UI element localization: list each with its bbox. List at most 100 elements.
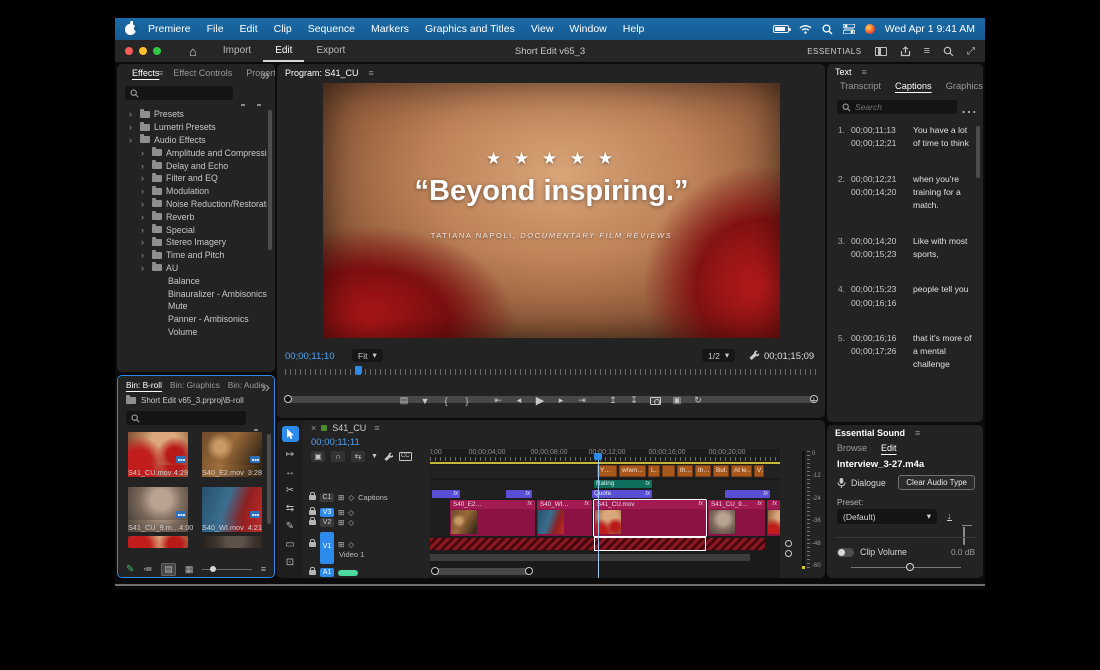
tree-caret-icon[interactable]: › (141, 263, 148, 273)
zoom-level-dropdown[interactable]: Fit▾ (352, 349, 383, 362)
program-settings-wrench-icon[interactable] (749, 350, 759, 360)
panel-menu-icon[interactable]: ≡ (862, 67, 867, 77)
panel-menu-icon[interactable]: ≡ (915, 428, 920, 438)
fullscreen-icon[interactable]: ⤢ (967, 46, 975, 57)
a1-track-badge[interactable]: A1 (320, 568, 334, 577)
es-subtab[interactable]: Browse (837, 443, 867, 455)
step-back-icon[interactable]: ◂ (514, 395, 524, 406)
track-grid-icon[interactable]: ⊞ (338, 508, 344, 517)
graphic-clip[interactable]: Quotefx (592, 490, 652, 498)
button-editor-plus-icon[interactable]: + (811, 395, 817, 407)
step-forward-icon[interactable]: ▸ (556, 395, 566, 406)
essential-sound-title[interactable]: Essential Sound (835, 428, 912, 438)
mark-in-icon[interactable]: { (441, 396, 451, 406)
panel-menu-icon[interactable]: ≡ (374, 423, 379, 433)
effects-tree-item[interactable]: › Filter and EQ (121, 172, 267, 185)
timeline-lanes[interactable]: ;00;0000;00;04;0000;00;08;0000;00;12;000… (430, 449, 780, 578)
close-window-button[interactable] (125, 47, 133, 55)
ripple-edit-tool[interactable]: ↔ (285, 467, 295, 478)
pen-project-writable-icon[interactable]: ✎ (126, 564, 134, 575)
text-subtab[interactable]: Transcript (835, 81, 886, 94)
quick-export-icon[interactable] (900, 46, 911, 57)
zoom-slider[interactable] (202, 569, 251, 570)
v1-track-lane[interactable]: S40_E2…fx S40_WI…fx S41_CU.movfx (430, 500, 780, 536)
graphic-clip[interactable]: fx (725, 490, 770, 498)
v3-track-header[interactable]: V3 ⊞ ◇ (309, 508, 429, 517)
effects-tree-item[interactable]: › AU (121, 262, 267, 275)
bin-search-field[interactable] (126, 411, 246, 425)
effects-tree-item[interactable]: Binauralizer - Ambisonics (121, 287, 267, 300)
tree-caret-icon[interactable]: › (141, 250, 148, 260)
menu-item[interactable]: Sequence (300, 23, 363, 35)
sequence-tab-label[interactable]: S41_CU (332, 423, 366, 433)
menu-clock[interactable]: Wed Apr 1 9:41 AM (885, 23, 975, 35)
sequence-tab[interactable]: × S41_CU ≡ (311, 423, 380, 433)
track-keyframe-icon[interactable]: ◇ (348, 508, 354, 517)
a2-audio-clip[interactable] (430, 554, 750, 561)
caption-text[interactable]: people tell you (913, 283, 975, 310)
go-to-in-icon[interactable]: ⇤ (493, 395, 503, 406)
menu-item[interactable]: Premiere (140, 23, 199, 35)
caption-in-timecode[interactable]: 00;00;12;21 (851, 174, 896, 184)
effects-tree-item[interactable]: › Delay and Echo (121, 159, 267, 172)
save-preset-icon[interactable]: ↓ (947, 512, 952, 521)
menu-extra-app-icon[interactable] (865, 24, 875, 34)
v-scroll-knob[interactable] (785, 540, 792, 547)
caption-clip[interactable]: th… (695, 465, 711, 477)
workspaces-icon[interactable] (875, 47, 887, 56)
stacked-panels-icon[interactable]: ≡ (924, 45, 930, 57)
apple-menu-icon[interactable] (125, 24, 136, 35)
v1-track-header[interactable]: V1 ⊞◇ (309, 532, 429, 564)
video-clip[interactable]: S41_CU.movfx (594, 500, 706, 536)
timeline-h-scrollbar[interactable] (432, 568, 532, 575)
effects-tree-item[interactable]: Panner - Ambisonics (121, 313, 267, 326)
v1-track-badge[interactable]: V1 (320, 532, 334, 564)
volume-slider-thumb[interactable] (906, 563, 914, 571)
effects-tree-item[interactable]: › Lumetri Presets (121, 121, 267, 134)
captions-cc-icon[interactable]: CC (399, 452, 412, 461)
bin-clip[interactable]: S41_CU.mov4:29 (128, 432, 188, 477)
timeline-settings-wrench-icon[interactable] (384, 452, 393, 461)
tree-caret-icon[interactable]: › (141, 148, 148, 158)
panel-tab[interactable]: Effect Controls (166, 68, 239, 78)
effects-tree-item[interactable]: › Special (121, 223, 267, 236)
clip-volume-slider[interactable] (851, 567, 961, 568)
caption-row[interactable]: 4. 00;00;15;2300;00;16;16 people tell yo… (833, 283, 975, 310)
caption-clip[interactable]: L… (648, 465, 660, 477)
track-keyframe-icon[interactable]: ◇ (348, 518, 354, 527)
v2-track-badge[interactable]: V2 (320, 518, 334, 527)
video-clip[interactable]: fx (767, 500, 780, 536)
program-time-ruler[interactable] (285, 369, 817, 375)
scroll-handle-left[interactable] (431, 567, 439, 575)
track-grid-icon[interactable]: ⊞ (338, 540, 344, 549)
bin-tab[interactable]: Bin: B-roll (122, 380, 166, 390)
v2-track-header[interactable]: V2 ⊞ ◇ (309, 518, 429, 527)
go-to-out-icon[interactable]: ⇥ (577, 395, 587, 406)
bin-scrollbar[interactable] (267, 434, 271, 524)
v3-track-badge[interactable]: V3 (320, 508, 334, 517)
mark-out-icon[interactable]: } (462, 396, 472, 406)
caption-out-timecode[interactable]: 00;00;16;16 (851, 298, 896, 308)
caption-clip[interactable]: At le… (731, 465, 752, 477)
playhead-handle[interactable] (594, 453, 602, 460)
track-select-forward-tool[interactable]: ↦ (286, 449, 294, 460)
panel-menu-icon[interactable]: ≡ (369, 68, 374, 78)
bin-tab-overflow-chevron[interactable]: » (261, 379, 270, 397)
lock-icon[interactable] (309, 510, 316, 515)
effects-tree-item[interactable]: › Noise Reduction/Restoration (121, 198, 267, 211)
graphic-clip[interactable]: fx (432, 490, 460, 498)
caption-clip[interactable]: V… (754, 465, 764, 477)
add-marker-icon[interactable]: ▼ (420, 396, 430, 406)
delete-preset-icon[interactable] (963, 527, 965, 545)
effects-tree-item[interactable]: › Modulation (121, 185, 267, 198)
clip-thumbnail[interactable] (202, 487, 262, 520)
a1-selected-audio[interactable] (594, 537, 706, 551)
sync-settings-icon[interactable]: ↻ (693, 395, 703, 406)
panel-menu-icon[interactable]: ≡ (158, 68, 163, 78)
nest-sequence-icon[interactable]: ▣ (311, 451, 325, 462)
search-header-icon[interactable] (943, 46, 954, 57)
bin-clip-partial[interactable] (202, 536, 262, 548)
lock-icon[interactable] (309, 570, 316, 575)
caption-text[interactable]: Like with most sports, (913, 235, 975, 262)
program-current-timecode[interactable]: 00;00;11;10 (285, 351, 334, 362)
